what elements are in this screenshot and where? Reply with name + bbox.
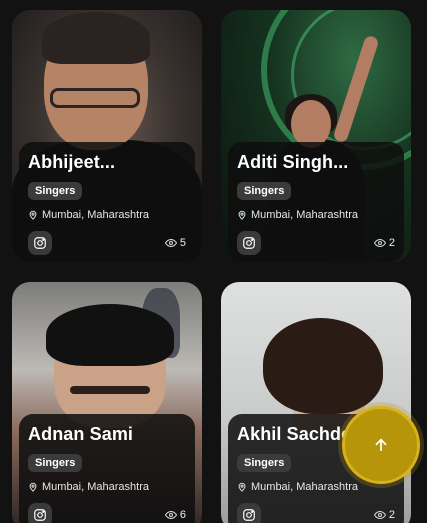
location-text: Mumbai, Maharashtra bbox=[251, 481, 358, 493]
eye-icon bbox=[373, 510, 386, 520]
location-text: Mumbai, Maharashtra bbox=[251, 209, 358, 221]
instagram-icon bbox=[34, 509, 46, 521]
artist-info-panel: Aditi Singh... Singers Mumbai, Maharasht… bbox=[228, 142, 404, 262]
instagram-button[interactable] bbox=[237, 231, 261, 255]
view-count-value: 5 bbox=[179, 237, 186, 249]
eye-icon bbox=[164, 238, 177, 248]
view-count-value: 6 bbox=[179, 509, 186, 521]
instagram-icon bbox=[243, 237, 255, 249]
artist-card[interactable]: Aditi Singh... Singers Mumbai, Maharasht… bbox=[221, 10, 411, 262]
artist-location: Mumbai, Maharashtra bbox=[28, 209, 186, 221]
artist-location: Mumbai, Maharashtra bbox=[28, 481, 186, 493]
eye-icon bbox=[373, 238, 386, 248]
instagram-button[interactable] bbox=[28, 231, 52, 255]
artist-card[interactable]: Adnan Sami Singers Mumbai, Maharashtra 6 bbox=[12, 282, 202, 523]
artist-location: Mumbai, Maharashtra bbox=[237, 209, 395, 221]
view-count: 5 bbox=[164, 237, 186, 249]
location-text: Mumbai, Maharashtra bbox=[42, 209, 149, 221]
view-count-value: 2 bbox=[388, 237, 395, 249]
category-badge: Singers bbox=[28, 182, 83, 200]
artist-card[interactable]: Abhijeet... Singers Mumbai, Maharashtra … bbox=[12, 10, 202, 262]
arrow-up-icon bbox=[375, 438, 387, 452]
instagram-icon bbox=[243, 509, 255, 521]
artist-info-panel: Abhijeet... Singers Mumbai, Maharashtra … bbox=[19, 142, 195, 262]
scroll-to-top-button[interactable] bbox=[342, 406, 420, 484]
artist-grid: Abhijeet... Singers Mumbai, Maharashtra … bbox=[0, 0, 427, 523]
artist-name[interactable]: Aditi Singh... bbox=[237, 152, 395, 173]
map-pin-icon bbox=[29, 482, 37, 492]
artist-card[interactable]: Akhil Sachdeva Singers Mumbai, Maharasht… bbox=[221, 282, 411, 523]
map-pin-icon bbox=[238, 210, 246, 220]
map-pin-icon bbox=[29, 210, 37, 220]
category-badge: Singers bbox=[237, 182, 292, 200]
location-text: Mumbai, Maharashtra bbox=[42, 481, 149, 493]
instagram-button[interactable] bbox=[237, 503, 261, 523]
instagram-button[interactable] bbox=[28, 503, 52, 523]
artist-name[interactable]: Abhijeet... bbox=[28, 152, 186, 173]
category-badge: Singers bbox=[28, 454, 83, 472]
view-count-value: 2 bbox=[388, 509, 395, 521]
view-count: 2 bbox=[373, 237, 395, 249]
instagram-icon bbox=[34, 237, 46, 249]
map-pin-icon bbox=[238, 482, 246, 492]
artist-name[interactable]: Adnan Sami bbox=[28, 424, 186, 445]
artist-info-panel: Adnan Sami Singers Mumbai, Maharashtra 6 bbox=[19, 414, 195, 523]
eye-icon bbox=[164, 510, 177, 520]
category-badge: Singers bbox=[237, 454, 292, 472]
view-count: 2 bbox=[373, 509, 395, 521]
view-count: 6 bbox=[164, 509, 186, 521]
